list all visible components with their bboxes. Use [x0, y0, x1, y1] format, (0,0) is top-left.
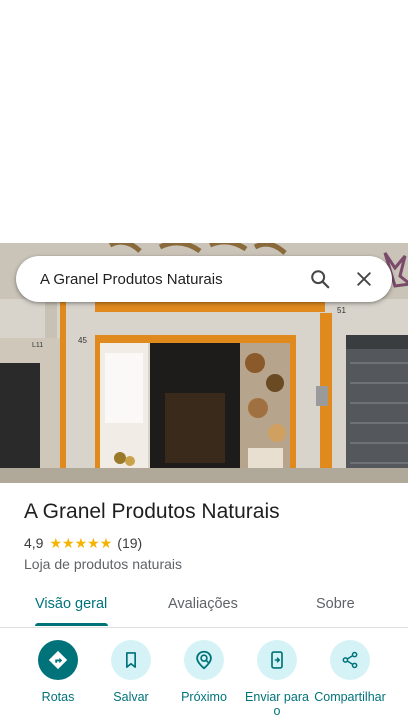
directions-icon: [48, 650, 68, 670]
star-icon: ★: [99, 535, 113, 551]
tab-reviews[interactable]: Avaliações: [168, 596, 238, 612]
rating-row[interactable]: 4,9 ★ ★ ★ ★ ★ (19): [24, 535, 142, 551]
search-icon: [311, 270, 330, 289]
active-tab-indicator: [35, 623, 108, 626]
nearby-button[interactable]: Próximo: [167, 640, 241, 704]
search-button[interactable]: [298, 257, 342, 301]
star-rating: ★ ★ ★ ★ ★: [49, 536, 112, 550]
action-buttons: Rotas Salvar Próximo Enviar para o Compa…: [0, 640, 408, 726]
review-count[interactable]: (19): [117, 535, 142, 551]
save-button[interactable]: Salvar: [94, 640, 168, 704]
bookmark-icon: [126, 652, 136, 668]
tab-overview[interactable]: Visão geral: [35, 596, 107, 612]
search-query[interactable]: A Granel Produtos Naturais: [40, 271, 298, 288]
nearby-label: Próximo: [181, 690, 227, 704]
directions-button[interactable]: Rotas: [21, 640, 95, 704]
nearby-icon: [196, 650, 212, 670]
share-label: Compartilhar: [314, 690, 386, 704]
rating-value: 4,9: [24, 535, 44, 551]
storefront-number-right: 51: [337, 306, 346, 315]
clear-search-button[interactable]: [342, 257, 386, 301]
send-to-phone-icon: [271, 651, 283, 669]
place-tabs: Visão geral Avaliações Sobre: [0, 586, 408, 628]
tab-about[interactable]: Sobre: [316, 596, 355, 612]
directions-label: Rotas: [41, 690, 75, 704]
share-button[interactable]: Compartilhar: [313, 640, 387, 704]
star-icon: ★: [49, 535, 63, 551]
search-bar[interactable]: A Granel Produtos Naturais: [16, 256, 392, 302]
close-icon: [357, 272, 371, 286]
star-icon: ★: [87, 535, 100, 551]
place-title: A Granel Produtos Naturais: [24, 500, 280, 523]
star-icon: ★: [74, 535, 88, 551]
send-to-phone-button[interactable]: Enviar para o: [240, 640, 314, 718]
place-category: Loja de produtos naturais: [24, 556, 182, 572]
save-label: Salvar: [113, 690, 149, 704]
map-placeholder: [0, 0, 408, 243]
share-icon: [342, 651, 358, 669]
send-to-phone-label: Enviar para o: [245, 690, 309, 718]
star-icon: ★: [62, 535, 75, 551]
storefront-plate: L11: [32, 342, 43, 349]
storefront-number-left: 45: [78, 336, 87, 345]
